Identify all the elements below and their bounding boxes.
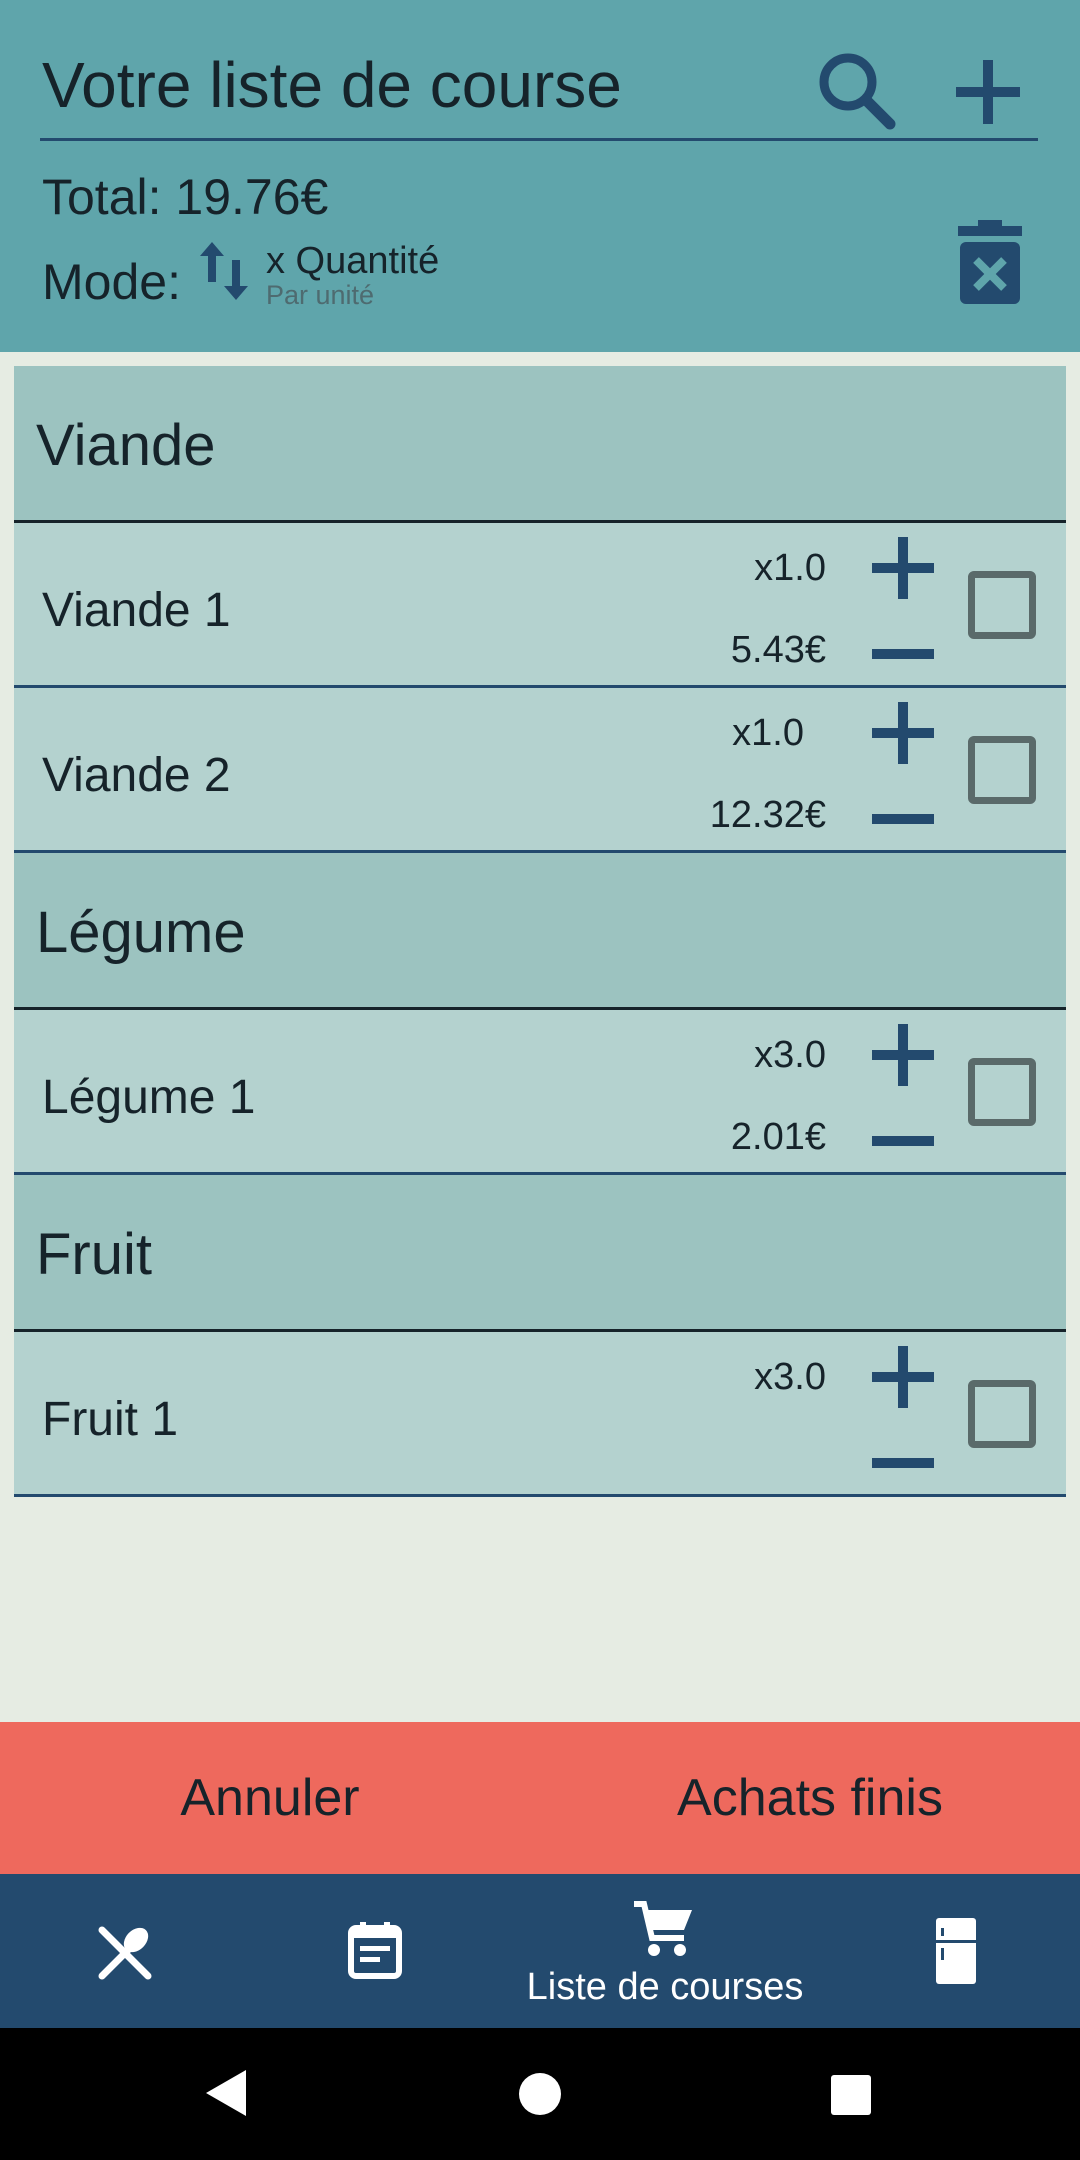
category-name: Fruit	[36, 1222, 152, 1287]
cart-icon	[632, 1900, 694, 1963]
item-quantity: x1.0	[754, 547, 826, 589]
action-bar: Annuler Achats finis	[0, 1722, 1080, 1874]
delete-list-icon[interactable]	[958, 218, 1022, 311]
mode-value[interactable]: x Quantité	[266, 240, 439, 283]
item-price: 5.43€	[730, 629, 826, 671]
item-name: Légume 1	[42, 1071, 256, 1124]
decrement-icon[interactable]	[870, 804, 936, 839]
category-header: Légume	[14, 853, 1066, 1010]
item-checkbox[interactable]	[968, 571, 1036, 639]
nav-planning[interactable]	[320, 1874, 430, 2028]
item-quantity: x3.0	[754, 1356, 826, 1398]
decrement-icon[interactable]	[870, 1126, 936, 1161]
category-name: Viande	[36, 413, 216, 478]
title-underline	[40, 138, 1038, 141]
category-header: Viande	[14, 366, 1066, 523]
item-quantity: x1.0	[732, 712, 804, 754]
list-item[interactable]: Viande 1 x1.0 5.43€	[14, 523, 1066, 688]
calendar-icon	[348, 1920, 402, 1985]
increment-icon[interactable]	[870, 1022, 936, 1093]
total-amount: Total: 19.76€	[42, 169, 329, 225]
system-navigation-bar	[0, 2028, 1080, 2160]
add-icon[interactable]	[952, 56, 1024, 133]
bottom-navigation: Liste de courses	[0, 1874, 1080, 2028]
item-price: 2.01€	[730, 1116, 826, 1158]
mode-label: Mode:	[42, 254, 181, 310]
item-checkbox[interactable]	[968, 1380, 1036, 1448]
category-name: Légume	[36, 900, 246, 965]
increment-icon[interactable]	[870, 1344, 936, 1415]
utensils-icon	[96, 1924, 154, 1987]
home-icon[interactable]	[518, 2072, 562, 2121]
nav-fridge[interactable]	[900, 1874, 1010, 2028]
list-item[interactable]: Fruit 1 x3.0	[14, 1332, 1066, 1497]
back-icon[interactable]	[204, 2068, 248, 2123]
item-name: Viande 1	[42, 584, 231, 637]
decrement-icon[interactable]	[870, 639, 936, 674]
nav-shopping-list-label: Liste de courses	[526, 1966, 804, 2008]
item-name: Viande 2	[42, 749, 231, 802]
cancel-button[interactable]: Annuler	[0, 1722, 540, 1874]
search-icon[interactable]	[814, 48, 898, 137]
item-checkbox[interactable]	[968, 1058, 1036, 1126]
fridge-icon	[936, 1918, 976, 1989]
app-header: Votre liste de course Total: 19.76€ Mode…	[0, 0, 1080, 352]
increment-icon[interactable]	[870, 535, 936, 606]
swap-vert-icon[interactable]	[198, 240, 250, 307]
nav-shopping-list[interactable]: Liste de courses	[500, 1874, 830, 2028]
nav-recipes[interactable]	[70, 1874, 180, 2028]
page-title: Votre liste de course	[42, 49, 622, 121]
finish-purchase-button[interactable]: Achats finis	[540, 1722, 1080, 1874]
item-price: 12.32€	[709, 794, 826, 836]
item-quantity: x3.0	[754, 1034, 826, 1076]
recents-icon[interactable]	[830, 2074, 872, 2121]
list-item[interactable]: Légume 1 x3.0 2.01€	[14, 1010, 1066, 1175]
category-header: Fruit	[14, 1175, 1066, 1332]
shopping-list: Viande Viande 1 x1.0 5.43€ Viande 2 x1.0…	[14, 366, 1066, 1497]
mode-subtitle: Par unité	[266, 280, 375, 310]
decrement-icon[interactable]	[870, 1448, 936, 1483]
list-item[interactable]: Viande 2 x1.0 12.32€	[14, 688, 1066, 853]
item-checkbox[interactable]	[968, 736, 1036, 804]
increment-icon[interactable]	[870, 700, 936, 771]
item-name: Fruit 1	[42, 1393, 179, 1446]
